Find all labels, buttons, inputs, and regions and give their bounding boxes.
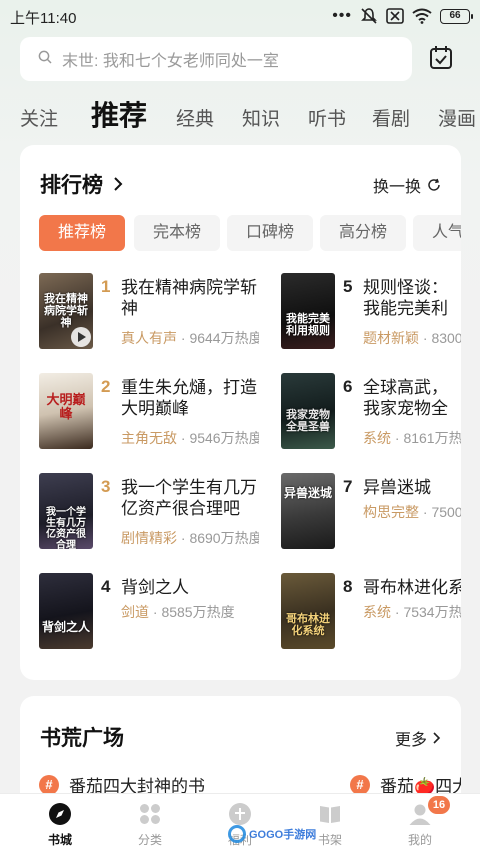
rank-number: 1 bbox=[101, 277, 111, 296]
refresh-icon bbox=[428, 178, 440, 191]
book-meta: 剑道 · 8585万热度 bbox=[121, 604, 235, 620]
tab-classic[interactable]: 经典 bbox=[176, 104, 214, 131]
book-meta: 题材新颖 · 8300万热度 bbox=[363, 330, 461, 346]
bookshelf-icon bbox=[320, 806, 340, 823]
nav-category[interactable]: 分类 bbox=[105, 794, 195, 853]
search-icon bbox=[38, 50, 52, 69]
status-icons: ••• 66 bbox=[332, 6, 473, 26]
book-title: 背剑之人 bbox=[121, 578, 189, 597]
book-title: 异兽迷城 bbox=[363, 478, 431, 497]
more-dots-icon: ••• bbox=[332, 7, 352, 24]
rank-number: 5 bbox=[343, 277, 353, 296]
mute-icon bbox=[360, 7, 378, 25]
book-meta: 构思完整 · 7500万热度 bbox=[363, 504, 461, 520]
tab-comics[interactable]: 漫画 bbox=[438, 104, 476, 131]
ranking-book-6[interactable]: 我家宠物全是圣兽 6 全球高武，我家宠物全是圣兽 系统 · 8161万热度 bbox=[281, 373, 461, 451]
watermark-text: GOGO手游网 bbox=[249, 829, 317, 841]
watermark-logo: GOGO手游网 bbox=[228, 822, 318, 846]
channel-tabs: 关注 推荐 经典 知识 听书 看剧 漫画 bbox=[0, 92, 480, 136]
chip-popular[interactable]: 人气榜 bbox=[413, 215, 461, 251]
book-title: 我一个学生有几万亿资产很合理吧 bbox=[121, 478, 257, 518]
notification-badge: 16 bbox=[428, 796, 450, 814]
nav-bookstore[interactable]: 书城 bbox=[15, 794, 105, 853]
book-cover: 我家宠物全是圣兽 bbox=[281, 373, 335, 449]
book-meta: 系统 · 8161万热度 bbox=[363, 430, 461, 446]
search-input[interactable]: 末世: 我和七个女老师同处一室 bbox=[20, 37, 412, 81]
chip-reputation[interactable]: 口碑榜 bbox=[227, 215, 313, 251]
watermark-ring-icon bbox=[228, 825, 246, 843]
ranking-chips: 推荐榜 完本榜 口碑榜 高分榜 人气榜 bbox=[39, 215, 461, 253]
ranking-book-8[interactable]: 哥布林进化系统 8 哥布林进化系统 系统 · 7534万热度 bbox=[281, 573, 461, 651]
nav-label: 我的 bbox=[407, 833, 432, 847]
nav-label: 书城 bbox=[47, 833, 72, 847]
tab-knowledge[interactable]: 知识 bbox=[242, 104, 280, 131]
rank-number: 8 bbox=[343, 577, 353, 596]
book-cover: 哥布林进化系统 bbox=[281, 573, 335, 649]
more-label: 更多 bbox=[394, 732, 427, 749]
ranking-title-text: 排行榜 bbox=[40, 174, 103, 197]
book-title: 我在精神病院学斩神 bbox=[121, 278, 257, 318]
checkin-calendar-icon[interactable] bbox=[426, 43, 456, 73]
book-meta: 主角无敌 · 9546万热度 bbox=[121, 430, 259, 446]
book-title: 规则怪谈：我能完美利用规则 bbox=[363, 278, 448, 318]
book-title: 全球高武，我家宠物全是圣兽 bbox=[363, 378, 448, 418]
nav-profile[interactable]: 我的 bbox=[375, 794, 465, 853]
status-bar: 上午11:40 ••• 66 bbox=[0, 0, 480, 32]
book-plaza-title: 书荒广场 bbox=[40, 727, 124, 750]
nav-label: 分类 bbox=[137, 833, 162, 847]
search-placeholder: 末世: 我和七个女老师同处一室 bbox=[62, 53, 279, 70]
play-icon bbox=[71, 327, 91, 347]
book-meta: 真人有声 · 9644万热度 bbox=[121, 330, 259, 346]
book-cover: 异兽迷城 bbox=[281, 473, 335, 549]
book-cover: 背剑之人 bbox=[39, 573, 93, 649]
tab-follow[interactable]: 关注 bbox=[20, 104, 58, 131]
category-grid-icon bbox=[140, 804, 160, 824]
refresh-label: 换一换 bbox=[372, 179, 421, 196]
book-title: 哥布林进化系统 bbox=[363, 578, 461, 597]
ranking-card: 排行榜 换一换 推荐榜 完本榜 口碑榜 高分榜 人气榜 我在精神病院学斩神 1 … bbox=[20, 145, 461, 680]
book-cover: 我在精神病院学斩神 bbox=[39, 273, 93, 349]
book-cover: 我能完美利用规则 bbox=[281, 273, 335, 349]
book-cover: 我一个学生有几万亿资产很合理 bbox=[39, 473, 93, 549]
chevron-right-icon bbox=[433, 732, 441, 744]
rank-number: 7 bbox=[343, 477, 353, 496]
ranking-book-3[interactable]: 我一个学生有几万亿资产很合理 3 我一个学生有几万亿资产很合理吧 剧情精彩 · … bbox=[39, 473, 259, 551]
rank-number: 3 bbox=[101, 477, 111, 496]
chevron-right-icon bbox=[114, 177, 123, 191]
compass-icon bbox=[49, 803, 71, 825]
book-cover: 大明巅峰 bbox=[39, 373, 93, 449]
chip-recommend[interactable]: 推荐榜 bbox=[39, 215, 125, 251]
wifi-icon bbox=[412, 8, 432, 24]
ranking-book-5[interactable]: 我能完美利用规则 5 规则怪谈：我能完美利用规则 题材新颖 · 8300万热度 bbox=[281, 273, 461, 351]
ranking-book-1[interactable]: 我在精神病院学斩神 1 我在精神病院学斩神 真人有声 · 9644万热度 bbox=[39, 273, 259, 351]
ranking-book-2[interactable]: 大明巅峰 2 重生朱允熥，打造大明巅峰 主角无敌 · 9546万热度 bbox=[39, 373, 259, 451]
rank-number: 4 bbox=[101, 577, 111, 596]
book-title: 重生朱允熥，打造大明巅峰 bbox=[121, 378, 257, 418]
tab-recommend[interactable]: 推荐 bbox=[91, 94, 147, 134]
battery-indicator: 66 bbox=[440, 8, 473, 24]
sim-icon bbox=[386, 8, 404, 24]
chip-completed[interactable]: 完本榜 bbox=[134, 215, 220, 251]
more-button[interactable]: 更多 bbox=[395, 726, 441, 750]
hashtag-icon: # bbox=[39, 774, 59, 795]
refresh-button[interactable]: 换一换 bbox=[373, 173, 441, 197]
ranking-book-4[interactable]: 背剑之人 4 背剑之人 剑道 · 8585万热度 bbox=[39, 573, 239, 651]
ranking-title[interactable]: 排行榜 bbox=[40, 169, 123, 199]
tab-audiobook[interactable]: 听书 bbox=[308, 104, 346, 131]
hashtag-icon: # bbox=[350, 774, 370, 795]
book-meta: 剧情精彩 · 8690万热度 bbox=[121, 530, 259, 546]
search-row: 末世: 我和七个女老师同处一室 bbox=[0, 36, 480, 82]
tab-drama[interactable]: 看剧 bbox=[372, 104, 410, 131]
rank-number: 6 bbox=[343, 377, 353, 396]
ranking-book-7[interactable]: 异兽迷城 7 异兽迷城 构思完整 · 7500万热度 bbox=[281, 473, 461, 551]
rank-number: 2 bbox=[101, 377, 111, 396]
book-meta: 系统 · 7534万热度 bbox=[363, 604, 461, 620]
chip-high-score[interactable]: 高分榜 bbox=[320, 215, 406, 251]
status-time: 上午11:40 bbox=[10, 10, 77, 27]
